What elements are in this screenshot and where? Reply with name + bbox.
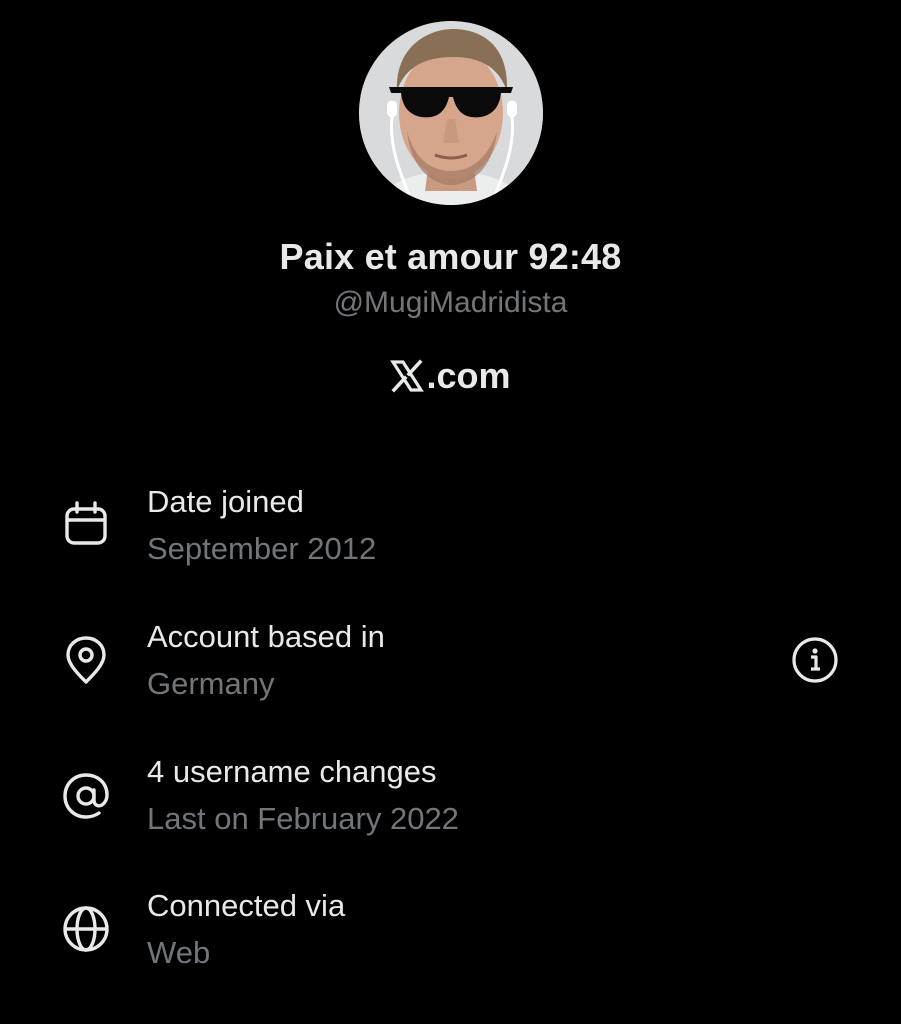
- x-logo-icon: [390, 359, 425, 393]
- detail-title: 4 username changes: [147, 754, 437, 789]
- detail-row-connected-via: Connected via Web: [0, 884, 901, 994]
- detail-subtitle: September 2012: [147, 531, 377, 566]
- detail-row-account-based-in: Account based in Germany: [0, 615, 901, 725]
- display-name: Paix et amour 92:48: [279, 236, 622, 277]
- detail-title: Connected via: [147, 888, 346, 923]
- detail-title: Account based in: [147, 619, 385, 654]
- calendar-icon: [60, 498, 112, 550]
- globe-icon: [60, 903, 112, 955]
- info-icon[interactable]: [791, 636, 839, 684]
- detail-subtitle: Last on February 2022: [147, 801, 459, 836]
- detail-subtitle: Germany: [147, 666, 275, 701]
- username-handle: @MugiMadridista: [333, 286, 568, 319]
- detail-row-username-changes: 4 username changes Last on February 2022: [0, 750, 901, 860]
- detail-row-date-joined: Date joined September 2012: [0, 480, 901, 590]
- platform-label: .com: [0, 355, 901, 397]
- detail-title: Date joined: [147, 484, 304, 519]
- at-sign-icon: [60, 770, 112, 822]
- avatar-photo: [359, 21, 543, 205]
- detail-subtitle: Web: [147, 935, 211, 970]
- platform-domain-label: .com: [426, 355, 511, 396]
- profile-avatar[interactable]: [359, 21, 543, 205]
- location-pin-icon: [60, 634, 112, 686]
